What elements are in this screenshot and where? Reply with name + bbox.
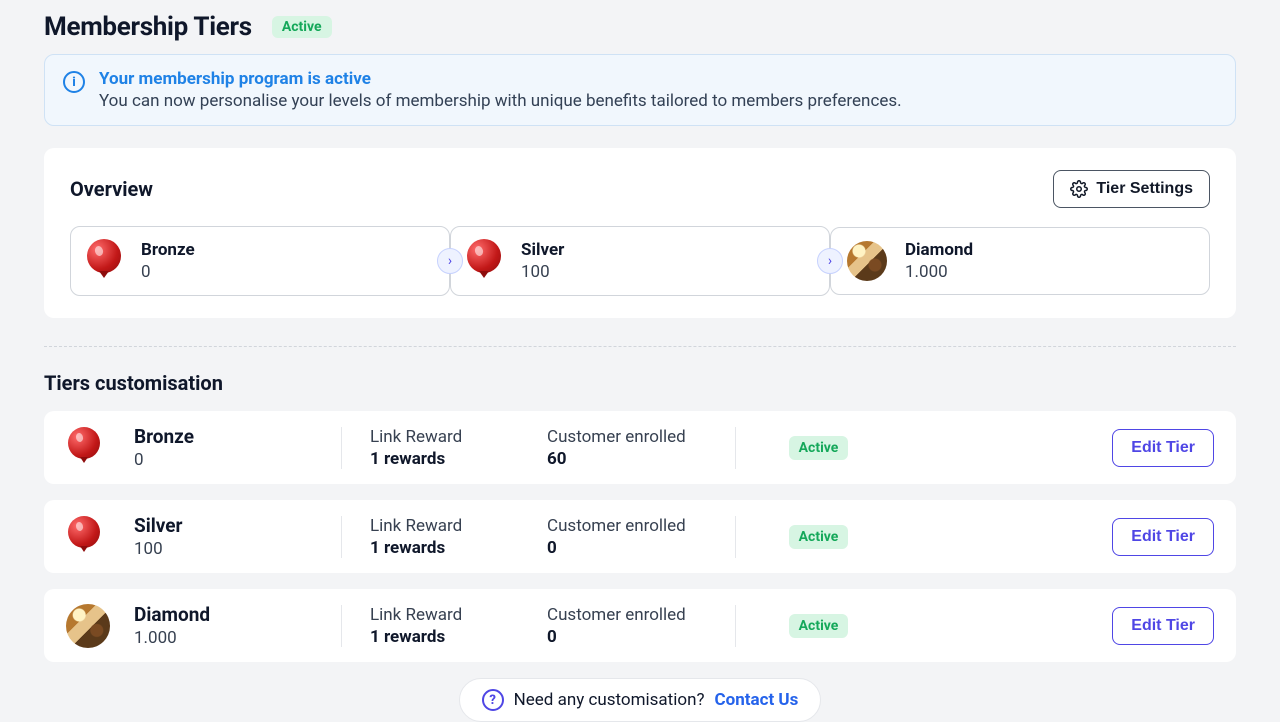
enrolled-value: 60 — [547, 449, 567, 469]
tier-threshold: 1.000 — [905, 262, 973, 282]
section-divider — [44, 346, 1236, 347]
enrolled-label: Customer enrolled — [547, 516, 686, 536]
overview-tier-row: Bronze 0 › Silver 100 › Diamond 1.000 — [70, 226, 1210, 296]
status-badge: Active — [789, 614, 849, 638]
link-reward-value: 1 rewards — [370, 449, 445, 469]
balloon-icon — [467, 239, 503, 283]
page-header: Membership Tiers Active — [44, 0, 1236, 54]
link-reward-label: Link Reward — [370, 427, 462, 447]
tier-threshold: 0 — [134, 450, 144, 470]
edit-tier-button[interactable]: Edit Tier — [1112, 518, 1214, 556]
page-title: Membership Tiers — [44, 12, 252, 42]
balloon-icon — [68, 516, 102, 558]
status-badge: Active — [789, 436, 849, 460]
tier-name: Silver — [134, 514, 182, 537]
tier-name: Diamond — [134, 603, 210, 626]
tier-threshold: 100 — [521, 262, 564, 282]
tier-row-silver: Silver 100 Link Reward 1 rewards Custome… — [44, 500, 1236, 573]
help-text: Need any customisation? — [514, 690, 705, 710]
enrolled-label: Customer enrolled — [547, 605, 686, 625]
tier-settings-button[interactable]: Tier Settings — [1053, 170, 1210, 208]
gear-icon — [1070, 180, 1088, 198]
tier-threshold: 100 — [134, 539, 163, 559]
edit-tier-button[interactable]: Edit Tier — [1112, 429, 1214, 467]
link-reward-label: Link Reward — [370, 516, 462, 536]
tier-name: Silver — [521, 240, 564, 260]
chevron-right-icon: › — [437, 248, 463, 274]
link-reward-label: Link Reward — [370, 605, 462, 625]
overview-tier-diamond[interactable]: Diamond 1.000 — [830, 227, 1210, 295]
link-reward-value: 1 rewards — [370, 538, 445, 558]
tier-row-diamond: Diamond 1.000 Link Reward 1 rewards Cust… — [44, 589, 1236, 662]
link-reward-value: 1 rewards — [370, 627, 445, 647]
overview-tier-silver[interactable]: Silver 100 — [450, 226, 830, 296]
status-badge: Active — [272, 16, 332, 38]
customisation-title: Tiers customisation — [44, 371, 1236, 395]
info-banner: i Your membership program is active You … — [44, 54, 1236, 126]
balloon-icon — [68, 427, 102, 469]
banner-title: Your membership program is active — [99, 69, 902, 89]
tier-name: Diamond — [905, 240, 973, 260]
overview-card: Overview Tier Settings Bronze 0 › — [44, 148, 1236, 318]
tier-settings-label: Tier Settings — [1096, 180, 1193, 198]
overview-tier-bronze[interactable]: Bronze 0 — [70, 226, 450, 296]
chevron-right-icon: › — [817, 248, 843, 274]
enrolled-value: 0 — [547, 627, 557, 647]
tier-name: Bronze — [141, 240, 195, 260]
tier-row-bronze: Bronze 0 Link Reward 1 rewards Customer … — [44, 411, 1236, 484]
diamond-image-icon — [66, 604, 110, 648]
contact-us-link[interactable]: Contact Us — [715, 690, 799, 710]
tier-name: Bronze — [134, 425, 194, 448]
status-badge: Active — [789, 525, 849, 549]
edit-tier-button[interactable]: Edit Tier — [1112, 607, 1214, 645]
help-pill: ? Need any customisation? Contact Us — [459, 678, 822, 722]
tier-threshold: 0 — [141, 262, 195, 282]
balloon-icon — [87, 239, 123, 283]
tier-threshold: 1.000 — [134, 628, 177, 648]
banner-body: You can now personalise your levels of m… — [99, 91, 902, 111]
diamond-image-icon — [847, 241, 887, 281]
enrolled-value: 0 — [547, 538, 557, 558]
question-icon: ? — [482, 689, 504, 711]
info-icon: i — [63, 71, 85, 93]
enrolled-label: Customer enrolled — [547, 427, 686, 447]
overview-title: Overview — [70, 177, 153, 201]
